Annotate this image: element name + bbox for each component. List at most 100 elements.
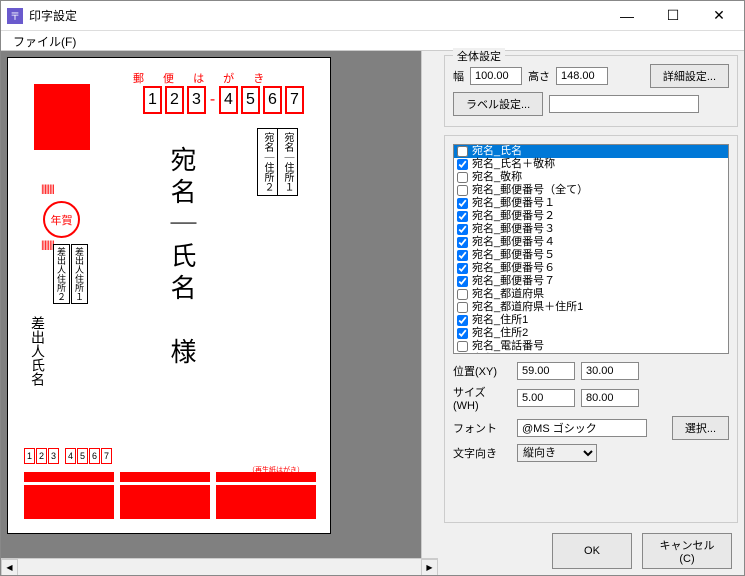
app-icon: 〒 bbox=[7, 8, 23, 24]
sender-zip-digit: 1 bbox=[24, 448, 35, 464]
size-w-input[interactable] bbox=[517, 389, 575, 407]
field-checkbox[interactable] bbox=[457, 237, 468, 248]
sender-zip-digit: 3 bbox=[48, 448, 59, 464]
field-list-item[interactable]: 宛名_郵便番号５ bbox=[454, 249, 728, 262]
field-checkbox[interactable] bbox=[457, 302, 468, 313]
field-checkbox[interactable] bbox=[457, 159, 468, 170]
field-list-item[interactable]: 宛名_郵便番号１ bbox=[454, 197, 728, 210]
zip-dash: - bbox=[209, 86, 216, 114]
height-input[interactable] bbox=[556, 67, 608, 85]
zip-digit: 7 bbox=[285, 86, 304, 114]
sender-zip-digit: 7 bbox=[101, 448, 112, 464]
sender-zip-digit: 2 bbox=[36, 448, 47, 464]
postcard-header: 郵 便 は が き bbox=[133, 70, 272, 86]
red-block bbox=[24, 485, 114, 519]
red-bar bbox=[24, 472, 114, 482]
field-list-item[interactable]: 宛名_住所1 bbox=[454, 314, 728, 327]
pos-y-input[interactable] bbox=[581, 362, 639, 380]
field-label: 宛名_住所2 bbox=[472, 327, 528, 340]
field-checkbox[interactable] bbox=[457, 328, 468, 339]
red-block bbox=[216, 485, 316, 519]
recipient-address2[interactable]: 宛名｜住所２ bbox=[257, 128, 278, 196]
field-checkbox[interactable] bbox=[457, 315, 468, 326]
preview-pane: 郵 便 は が き 1 2 3 - 4 5 6 7 |||||||| 年賀 ||… bbox=[1, 51, 438, 575]
close-button[interactable]: ✕ bbox=[696, 2, 742, 30]
field-label: 宛名_郵便番号１ bbox=[472, 197, 555, 210]
field-checkbox[interactable] bbox=[457, 276, 468, 287]
field-label: 宛名_都道府県 bbox=[472, 288, 544, 301]
field-checkbox[interactable] bbox=[457, 263, 468, 274]
field-list-item[interactable]: 宛名_郵便番号２ bbox=[454, 210, 728, 223]
field-checkbox[interactable] bbox=[457, 198, 468, 209]
field-list-item[interactable]: 宛名_都道府県 bbox=[454, 288, 728, 301]
red-bar bbox=[216, 472, 316, 482]
sender-name-field[interactable]: 差出人氏名 bbox=[28, 316, 48, 386]
field-checkbox[interactable] bbox=[457, 185, 468, 196]
field-list-item[interactable]: 宛名_氏名 bbox=[454, 145, 728, 158]
field-list-item[interactable]: 宛名_氏名＋敬称 bbox=[454, 158, 728, 171]
pos-x-input[interactable] bbox=[517, 362, 575, 380]
detail-settings-button[interactable]: 詳細設定... bbox=[650, 64, 729, 88]
sender-address1[interactable]: 差出人住所１ bbox=[71, 244, 88, 304]
menubar: ファイル(F) bbox=[1, 31, 744, 51]
scroll-track[interactable] bbox=[18, 559, 421, 575]
field-label: 宛名_郵便番号５ bbox=[472, 249, 555, 262]
maximize-button[interactable]: ☐ bbox=[650, 2, 696, 30]
field-list-item[interactable]: 宛名_郵便番号４ bbox=[454, 236, 728, 249]
field-checkbox[interactable] bbox=[457, 341, 468, 352]
field-checkbox[interactable] bbox=[457, 289, 468, 300]
file-menu[interactable]: ファイル(F) bbox=[7, 33, 82, 51]
print-settings-window: 〒 印字設定 — ☐ ✕ ファイル(F) 郵 便 は が き 1 2 3 - 4… bbox=[0, 0, 745, 576]
field-label: 宛名_住所1 bbox=[472, 314, 528, 327]
recipient-address1[interactable]: 宛名｜住所１ bbox=[277, 128, 298, 196]
height-label: 高さ bbox=[528, 68, 550, 84]
field-list-item[interactable]: 宛名_郵便番号３ bbox=[454, 223, 728, 236]
zip-digit: 6 bbox=[263, 86, 282, 114]
minimize-button[interactable]: — bbox=[604, 2, 650, 30]
postcard-preview[interactable]: 郵 便 は が き 1 2 3 - 4 5 6 7 |||||||| 年賀 ||… bbox=[7, 57, 331, 534]
field-list-item[interactable]: 宛名_FAX bbox=[454, 353, 728, 354]
preview-scrollbar-horizontal[interactable]: ◀ ▶ bbox=[1, 558, 438, 575]
field-list-item[interactable]: 宛名_郵便番号７ bbox=[454, 275, 728, 288]
field-list[interactable]: 宛名_氏名宛名_氏名＋敬称宛名_敬称宛名_郵便番号（全て）宛名_郵便番号１宛名_… bbox=[453, 144, 729, 354]
sender-address2[interactable]: 差出人住所２ bbox=[53, 244, 70, 304]
orientation-select[interactable]: 縦向き bbox=[517, 444, 597, 462]
orientation-label: 文字向き bbox=[453, 445, 511, 461]
field-settings-group: 宛名_氏名宛名_氏名＋敬称宛名_敬称宛名_郵便番号（全て）宛名_郵便番号１宛名_… bbox=[444, 135, 738, 523]
field-label: 宛名_都道府県＋住所1 bbox=[472, 301, 583, 314]
scroll-left-icon[interactable]: ◀ bbox=[1, 559, 18, 575]
font-label: フォント bbox=[453, 420, 511, 436]
field-checkbox[interactable] bbox=[457, 224, 468, 235]
label-settings-button[interactable]: ラベル設定... bbox=[453, 92, 543, 116]
field-checkbox[interactable] bbox=[457, 172, 468, 183]
field-list-item[interactable]: 宛名_都道府県＋住所1 bbox=[454, 301, 728, 314]
field-label: 宛名_郵便番号７ bbox=[472, 275, 555, 288]
nenga-marks-bottom: |||||||| bbox=[41, 240, 54, 251]
width-input[interactable] bbox=[470, 67, 522, 85]
font-input[interactable] bbox=[517, 419, 647, 437]
label-value-input[interactable] bbox=[549, 95, 699, 113]
sender-zip-digit: 6 bbox=[89, 448, 100, 464]
preview-scrollbar-vertical[interactable] bbox=[421, 51, 438, 558]
field-checkbox[interactable] bbox=[457, 146, 468, 157]
field-label: 宛名_氏名 bbox=[472, 145, 522, 158]
field-checkbox[interactable] bbox=[457, 211, 468, 222]
field-list-item[interactable]: 宛名_電話番号 bbox=[454, 340, 728, 353]
field-list-item[interactable]: 宛名_住所2 bbox=[454, 327, 728, 340]
recipient-name-field[interactable]: 宛名｜氏名 様 bbox=[164, 146, 201, 370]
overall-settings-group: 全体設定 幅 高さ 詳細設定... ラベル設定... bbox=[444, 55, 738, 127]
sender-zip-digit: 4 bbox=[65, 448, 76, 464]
ok-button[interactable]: OK bbox=[552, 533, 632, 569]
field-list-item[interactable]: 宛名_郵便番号６ bbox=[454, 262, 728, 275]
size-h-input[interactable] bbox=[581, 389, 639, 407]
position-label: 位置(XY) bbox=[453, 363, 511, 379]
scroll-right-icon[interactable]: ▶ bbox=[421, 559, 438, 575]
font-select-button[interactable]: 選択... bbox=[672, 416, 729, 440]
titlebar: 〒 印字設定 — ☐ ✕ bbox=[1, 1, 744, 31]
cancel-button[interactable]: キャンセル(C) bbox=[642, 533, 732, 569]
zip-digit: 4 bbox=[219, 86, 238, 114]
field-list-item[interactable]: 宛名_敬称 bbox=[454, 171, 728, 184]
field-checkbox[interactable] bbox=[457, 250, 468, 261]
field-list-item[interactable]: 宛名_郵便番号（全て） bbox=[454, 184, 728, 197]
field-label: 宛名_郵便番号６ bbox=[472, 262, 555, 275]
